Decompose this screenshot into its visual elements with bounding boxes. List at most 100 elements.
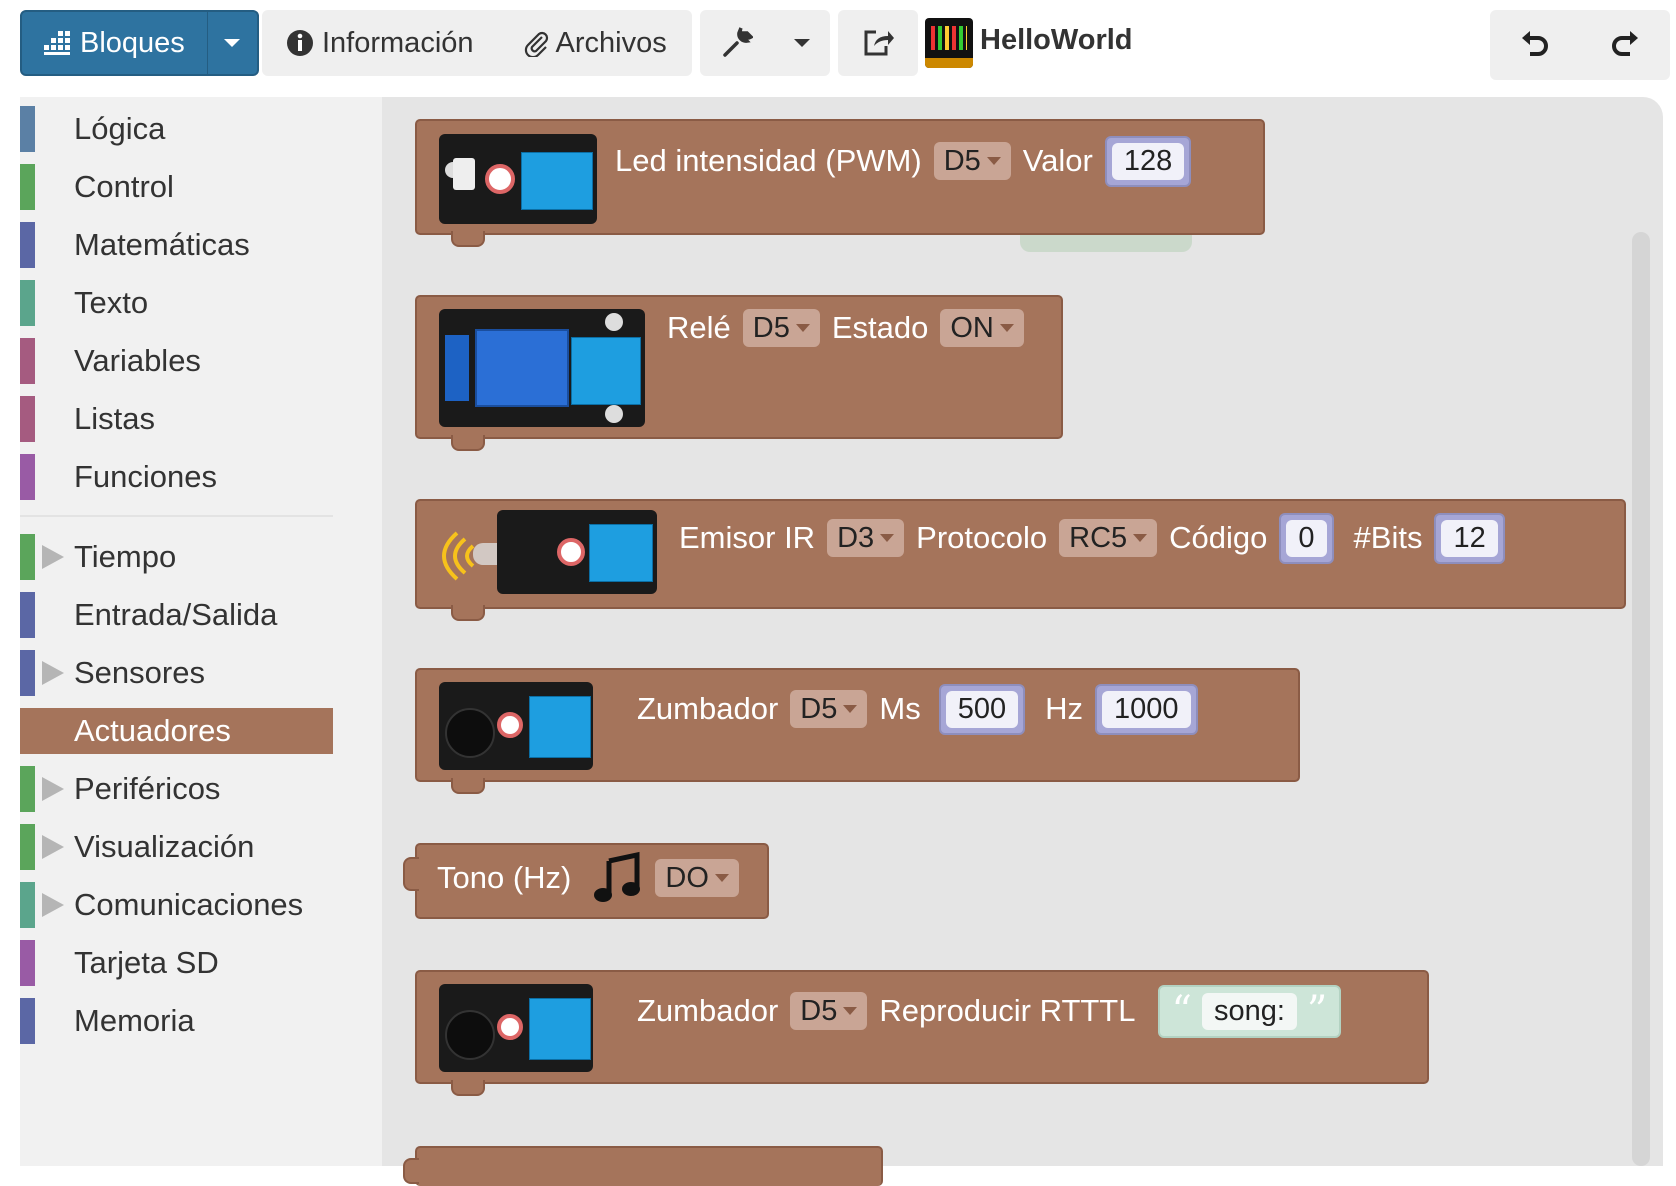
pin-dropdown[interactable]: D5: [933, 142, 1011, 180]
protocolo-dropdown[interactable]: RC5: [1059, 519, 1158, 557]
category-label: Listas: [74, 401, 155, 436]
song-text-value[interactable]: song:: [1201, 992, 1297, 1030]
emisor-ir-block[interactable]: Emisor IR D3 Protocolo RC5 Código 0 #Bit…: [415, 499, 1626, 621]
sidebar-item-control[interactable]: Control: [20, 164, 333, 210]
sidebar-item-tiempo[interactable]: Tiempo: [20, 534, 333, 580]
expand-arrow-icon[interactable]: [42, 835, 64, 859]
sidebar-item-periféricos[interactable]: Periféricos: [20, 766, 333, 812]
sidebar-item-memoria[interactable]: Memoria: [20, 998, 333, 1044]
ms-input[interactable]: 500: [938, 683, 1026, 735]
sidebar-item-lógica[interactable]: Lógica: [20, 106, 333, 152]
category-label: Periféricos: [74, 771, 221, 806]
chevron-down-icon: [843, 1007, 858, 1015]
expand-arrow-icon[interactable]: [42, 777, 64, 801]
open-quote-icon: “: [1171, 988, 1192, 1034]
category-label: Tarjeta SD: [74, 945, 219, 980]
undo-icon[interactable]: [1518, 28, 1552, 62]
sidebar-item-funciones[interactable]: Funciones: [20, 454, 333, 500]
redo-icon[interactable]: [1608, 28, 1642, 62]
pin-dropdown[interactable]: D5: [790, 690, 868, 728]
sidebar-item-matemáticas[interactable]: Matemáticas: [20, 222, 333, 268]
hz-value[interactable]: 1000: [1101, 690, 1191, 728]
sidebar-item-comunicaciones[interactable]: Comunicaciones: [20, 882, 333, 928]
share-icon: [864, 30, 894, 56]
category-label: Memoria: [74, 1003, 195, 1038]
chevron-down-icon: [795, 324, 810, 332]
bloques-button[interactable]: Bloques: [22, 12, 207, 74]
ms-value[interactable]: 500: [945, 690, 1019, 728]
pin-dropdown[interactable]: D3: [827, 519, 905, 557]
codigo-input[interactable]: 0: [1279, 512, 1334, 564]
tono-block[interactable]: Tono (Hz) DO: [403, 843, 769, 919]
archivos-tab[interactable]: Archivos: [474, 27, 667, 60]
zumbador-rtttl-block[interactable]: Zumbador D5 Reproducir RTTTL “ song: ”: [415, 970, 1429, 1096]
pin-dropdown[interactable]: D5: [742, 309, 820, 347]
sidebar-item-actuadores[interactable]: Actuadores: [20, 708, 333, 754]
category-color-bar: [20, 940, 35, 986]
bloques-tab[interactable]: Bloques: [20, 10, 259, 76]
block-connector: [451, 1080, 485, 1096]
category-label: Lógica: [74, 111, 166, 146]
toolbar: Bloques Información Archivos HelloWorld: [0, 0, 1676, 92]
category-label: Entrada/Salida: [74, 597, 278, 632]
rtttl-melody-block-partial[interactable]: [403, 1146, 883, 1186]
chevron-down-icon: [999, 324, 1014, 332]
sidebar-item-texto[interactable]: Texto: [20, 280, 333, 326]
bloques-label: Bloques: [80, 26, 185, 59]
ir-block-title: Emisor IR: [679, 520, 816, 555]
hz-input[interactable]: 1000: [1094, 683, 1198, 735]
sidebar-item-visualización[interactable]: Visualización: [20, 824, 333, 870]
expand-arrow-icon[interactable]: [42, 893, 64, 917]
valor-input[interactable]: 128: [1104, 135, 1192, 187]
estado-dropdown[interactable]: ON: [940, 309, 1024, 347]
chevron-down-icon: [986, 157, 1001, 165]
output-connector: [403, 857, 419, 891]
category-color-bar: [20, 998, 35, 1044]
buzzer-module-image: [439, 984, 593, 1072]
sidebar-item-listas[interactable]: Listas: [20, 396, 333, 442]
ir-wave-icon: [442, 531, 475, 581]
music-note-icon: [594, 851, 641, 902]
valor-value[interactable]: 128: [1111, 142, 1185, 180]
sidebar-item-entrada-salida[interactable]: Entrada/Salida: [20, 592, 333, 638]
expand-arrow-icon[interactable]: [42, 545, 64, 569]
zumbador-block[interactable]: Zumbador D5 Ms 500 Hz 1000: [415, 668, 1300, 794]
expand-arrow-icon[interactable]: [42, 661, 64, 685]
block-connector: [451, 605, 485, 621]
sidebar-item-tarjeta-sd[interactable]: Tarjeta SD: [20, 940, 333, 986]
informacion-tab[interactable]: Información: [262, 27, 474, 60]
category-color-bar: [20, 106, 35, 152]
project-name[interactable]: HelloWorld: [980, 24, 1133, 57]
tools-dropdown-button[interactable]: [700, 10, 830, 76]
chevron-down-icon: [714, 874, 729, 882]
codigo-value[interactable]: 0: [1286, 519, 1327, 557]
tono-block-title: Tono (Hz): [437, 860, 572, 895]
reproducir-label: Reproducir RTTTL: [879, 993, 1136, 1028]
bits-label: #Bits: [1353, 520, 1423, 555]
pin-dropdown[interactable]: D5: [790, 992, 868, 1030]
sidebar-item-sensores[interactable]: Sensores: [20, 650, 333, 696]
share-button[interactable]: [838, 10, 918, 76]
bits-input[interactable]: 12: [1434, 512, 1505, 564]
nota-value: DO: [665, 861, 709, 894]
estado-value: ON: [950, 311, 994, 344]
chevron-down-icon: [880, 534, 895, 542]
category-color-bar: [20, 882, 35, 928]
category-label: Sensores: [74, 655, 205, 690]
rele-block-title: Relé: [667, 310, 731, 345]
protocolo-value: RC5: [1069, 521, 1128, 554]
microbit-logo-icon: [925, 18, 973, 68]
bits-value[interactable]: 12: [1441, 519, 1498, 557]
song-text-input[interactable]: “ song: ”: [1157, 984, 1342, 1038]
vertical-scrollbar[interactable]: [1632, 232, 1650, 1166]
blocks-icon: [44, 31, 70, 55]
valor-label: Valor: [1022, 143, 1093, 178]
ms-label: Ms: [879, 691, 921, 726]
rele-block[interactable]: Relé D5 Estado ON: [415, 295, 1063, 451]
nota-dropdown[interactable]: DO: [655, 859, 739, 897]
pin-value: D5: [800, 994, 838, 1027]
sidebar-item-variables[interactable]: Variables: [20, 338, 333, 384]
bloques-dropdown-button[interactable]: [206, 12, 257, 74]
info-icon: [287, 30, 313, 56]
led-pwm-block[interactable]: Led intensidad (PWM) D5 Valor 128: [415, 119, 1265, 247]
